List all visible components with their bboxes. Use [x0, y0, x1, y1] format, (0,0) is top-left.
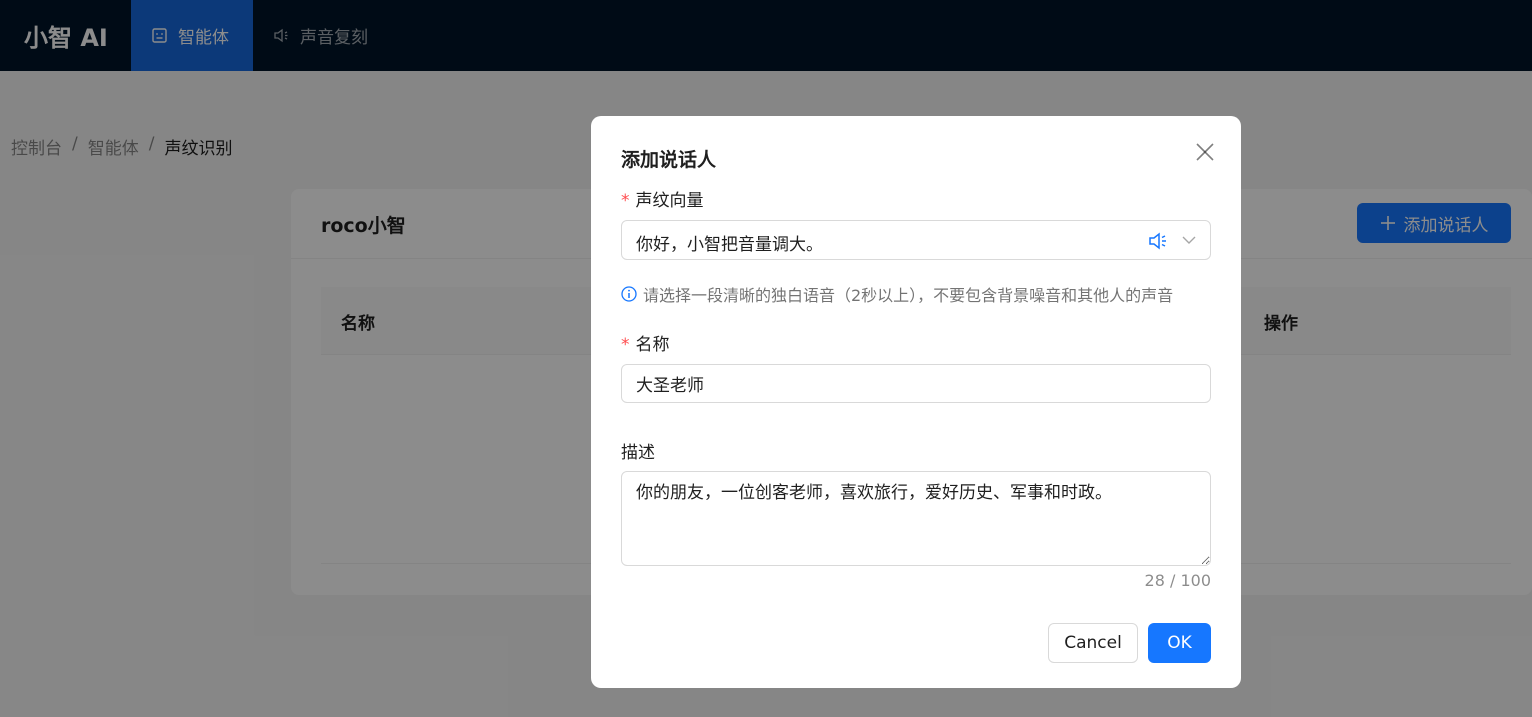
cancel-button[interactable]: Cancel: [1048, 623, 1138, 663]
info-icon: [621, 286, 637, 302]
voiceprint-select-value: 你好，小智把音量调大。: [636, 235, 823, 255]
name-label-text: 名称: [635, 335, 670, 355]
name-label: * 名称: [621, 330, 670, 355]
ok-button[interactable]: OK: [1148, 623, 1211, 663]
add-speaker-modal: 添加说话人 * 声纹向量 你好，小智把音量调大。 请选择一段清晰的独白语音（2秒以…: [591, 116, 1241, 688]
voiceprint-label-text: 声纹向量: [635, 191, 704, 211]
voiceprint-hint: 请选择一段清晰的独白语音（2秒以上），不要包含背景噪音和其他人的声音: [621, 282, 1173, 306]
required-mark: *: [621, 191, 630, 211]
description-textarea[interactable]: 你的朋友，一位创客老师，喜欢旅行，爱好历史、军事和时政。: [621, 471, 1211, 566]
voiceprint-select[interactable]: 你好，小智把音量调大。: [621, 220, 1211, 260]
description-label: 描述: [621, 443, 655, 463]
modal-title: 添加说话人: [621, 149, 717, 171]
play-audio-icon[interactable]: [1148, 231, 1170, 251]
voiceprint-hint-text: 请选择一段清晰的独白语音（2秒以上），不要包含背景噪音和其他人的声音: [643, 286, 1174, 305]
close-button[interactable]: [1193, 140, 1217, 164]
close-icon: [1196, 143, 1214, 161]
required-mark: *: [621, 335, 630, 355]
description-char-counter: 28 / 100: [1144, 571, 1211, 590]
name-input[interactable]: [621, 364, 1211, 403]
voiceprint-label: * 声纹向量: [621, 186, 704, 211]
chevron-down-icon[interactable]: [1182, 234, 1196, 246]
